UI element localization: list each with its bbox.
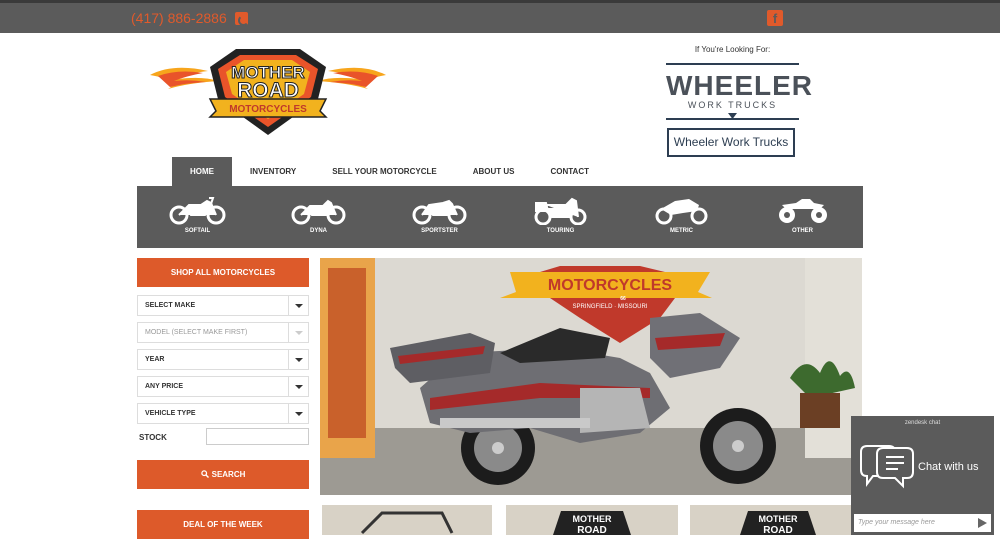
wheeler-work-trucks-button[interactable]: Wheeler Work Trucks [667, 128, 795, 157]
select-year-label: Year [145, 356, 165, 363]
hero-sign-sub: SPRINGFIELD · MISSOURI [572, 304, 647, 310]
flame-right [318, 67, 386, 89]
wheeler-logo[interactable]: WHEELER WORK TRUCKS [666, 63, 813, 121]
category-label: Metric [670, 228, 693, 234]
top-bar: (417) 886-2886 f [0, 0, 1000, 33]
select-make[interactable]: Select Make [137, 295, 309, 316]
category-softail[interactable]: Softail [137, 186, 258, 248]
select-make-label: Select Make [145, 302, 196, 309]
touring-motorcycle-icon [534, 197, 586, 225]
chat-placeholder: Type your message here [858, 519, 935, 526]
atv-icon [778, 199, 827, 223]
nav-sell-your-motorcycle[interactable]: Sell Your Motorcycle [314, 157, 454, 186]
hero-motorcycle-photo[interactable]: MOTORCYCLES SPRINGFIELD · MISSOURI 66 [320, 258, 862, 495]
dyna-motorcycle-icon [291, 199, 345, 225]
phone-icon [234, 11, 249, 26]
category-label: Other [792, 228, 813, 234]
nav-contact[interactable]: Contact [532, 157, 607, 186]
chevron-down-icon [288, 404, 308, 423]
chat-bubble-icon [860, 445, 914, 489]
category-metric[interactable]: Metric [621, 186, 742, 248]
chat-label: Chat with us [918, 461, 979, 473]
select-price-label: Any Price [145, 383, 183, 390]
chevron-down-icon [288, 350, 308, 369]
search-button[interactable]: Search [137, 460, 309, 489]
thumbnail-1[interactable] [322, 505, 492, 535]
hero-sign-badge: 66 [620, 296, 626, 302]
thumbnail-2[interactable]: MOTHER ROAD [506, 505, 678, 535]
nav-about-us[interactable]: About Us [455, 157, 533, 186]
thumbnail-3[interactable]: MOTHER ROAD [690, 505, 852, 535]
mother-road-logo[interactable]: MOTHER ROAD MOTORCYCLES [148, 45, 388, 137]
chevron-down-icon [288, 323, 308, 342]
category-label: Dyna [309, 228, 327, 234]
facebook-icon[interactable]: f [767, 10, 783, 26]
softail-motorcycle-icon [169, 197, 225, 225]
stock-label: Stock [139, 433, 167, 442]
hero-sign-text: MOTORCYCLES [548, 277, 672, 294]
thumbnail-logo-text: ROAD [577, 525, 606, 535]
flame-left [150, 67, 218, 89]
search-button-label: Search [211, 470, 246, 479]
category-touring[interactable]: Touring [500, 186, 621, 248]
select-model[interactable]: Model (Select Make First) [137, 322, 309, 343]
sportster-motorcycle-icon [412, 199, 466, 225]
category-label: Sportster [421, 228, 458, 234]
partner-note: If You're Looking For: [694, 45, 771, 54]
chat-message-input[interactable]: Type your message here [854, 514, 991, 532]
select-model-label: Model (Select Make First) [145, 329, 248, 336]
wheeler-logo-word: WHEELER [666, 70, 813, 101]
main-nav: Home Inventory Sell Your Motorcycle Abou… [172, 157, 607, 186]
phone-number: (417) 886-2886 [131, 10, 227, 26]
category-bar: Softail Dyna Sportster Touring Metric [137, 186, 863, 248]
search-sidebar: Shop All Motorcycles Select Make Model (… [137, 258, 309, 539]
send-icon[interactable] [978, 518, 987, 528]
phone-link[interactable]: (417) 886-2886 [131, 10, 249, 26]
chevron-down-icon [288, 296, 308, 315]
thumbnail-logo-text: MOTHER [573, 514, 612, 524]
search-icon [200, 470, 209, 478]
category-dyna[interactable]: Dyna [258, 186, 379, 248]
logo-banner-text: MOTORCYCLES [229, 104, 307, 115]
chat-title: zendesk chat [904, 420, 941, 426]
nav-inventory[interactable]: Inventory [232, 157, 314, 186]
nav-home[interactable]: Home [172, 157, 232, 186]
chevron-down-icon [288, 377, 308, 396]
category-other[interactable]: Other [742, 186, 863, 248]
select-price[interactable]: Any Price [137, 376, 309, 397]
wheeler-logo-sub: WORK TRUCKS [687, 100, 778, 110]
select-year[interactable]: Year [137, 349, 309, 370]
shop-all-button[interactable]: Shop All Motorcycles [137, 258, 309, 287]
thumbnail-logo-text: ROAD [763, 525, 792, 535]
select-vehicle-type-label: Vehicle Type [145, 410, 196, 417]
category-label: Touring [546, 228, 575, 234]
metric-motorcycle-icon [655, 199, 707, 225]
select-vehicle-type[interactable]: Vehicle Type [137, 403, 309, 424]
category-label: Softail [184, 228, 211, 234]
chat-widget[interactable]: zendesk chat Chat with us Type your mess… [851, 416, 994, 535]
category-sportster[interactable]: Sportster [379, 186, 500, 248]
thumbnail-logo-text: MOTHER [759, 514, 798, 524]
stock-input[interactable] [206, 428, 309, 445]
